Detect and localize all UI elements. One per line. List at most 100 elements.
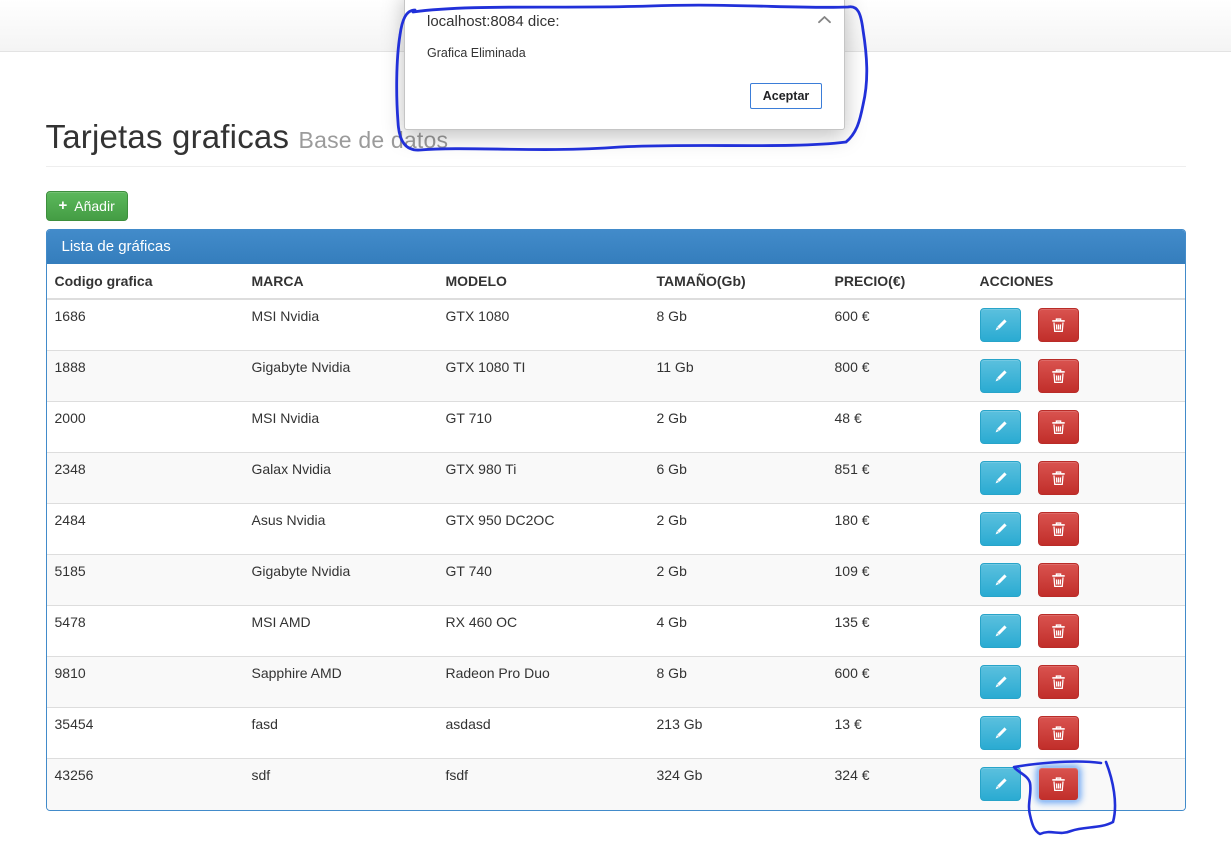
cell-modelo: fsdf — [437, 758, 649, 810]
cell-codigo: 1686 — [54, 308, 86, 324]
edit-button[interactable] — [979, 716, 1021, 750]
pencil-icon — [995, 318, 1007, 330]
col-header-modelo: MODELO — [437, 264, 649, 300]
cell-precio: 324 € — [826, 758, 972, 810]
pencil-icon — [995, 675, 1007, 687]
table-row: 5478 MSI AMD RX 460 OC 4 Gb 135 € — [46, 605, 1185, 657]
cell-modelo: GT 740 — [437, 554, 649, 606]
browser-alert-dialog: localhost:8084 dice: Grafica Eliminada A… — [404, 0, 845, 130]
cell-precio: 800 € — [826, 350, 972, 402]
cell-modelo: GT 710 — [437, 401, 649, 453]
cell-precio: 48 € — [826, 401, 972, 453]
trash-icon — [1052, 776, 1066, 791]
col-header-tamano: TAMAÑO(Gb) — [648, 264, 827, 300]
caret-up-icon — [818, 16, 831, 24]
plus-icon: + — [58, 197, 68, 214]
dialog-title: localhost:8084 dice: — [427, 13, 560, 30]
edit-button[interactable] — [979, 359, 1021, 393]
edit-button[interactable] — [979, 461, 1021, 495]
cell-codigo: 5185 — [46, 554, 244, 606]
cell-precio: 600 € — [834, 308, 870, 324]
delete-button[interactable] — [1038, 614, 1080, 648]
delete-button[interactable] — [1038, 410, 1080, 444]
cell-modelo: RX 460 OC — [437, 605, 649, 657]
cell-tamano: 8 Gb — [648, 656, 827, 708]
cell-codigo: 9810 — [46, 656, 244, 708]
cell-tamano: 324 Gb — [648, 758, 827, 810]
cell-tamano: 2 Gb — [648, 503, 827, 555]
cell-codigo: 43256 — [46, 758, 244, 810]
cell-marca: MSI AMD — [243, 605, 438, 657]
delete-button[interactable] — [1038, 716, 1080, 750]
add-button-label: Añadir — [74, 197, 115, 214]
cell-precio: 851 € — [826, 452, 972, 504]
pencil-icon — [995, 369, 1007, 381]
cell-precio: 135 € — [826, 605, 972, 657]
edit-button[interactable] — [979, 308, 1021, 342]
trash-icon — [1052, 674, 1066, 689]
cell-marca: fasd — [243, 707, 438, 759]
delete-button[interactable] — [1038, 665, 1080, 699]
add-button[interactable]: + Añadir — [45, 191, 128, 221]
dialog-message: Grafica Eliminada — [427, 46, 526, 60]
cell-codigo: 2484 — [46, 503, 244, 555]
delete-button[interactable] — [1038, 767, 1080, 801]
delete-button[interactable] — [1038, 359, 1080, 393]
cell-tamano: 2 Gb — [648, 554, 827, 606]
cell-tamano: 2 Gb — [648, 401, 827, 453]
cell-acciones — [971, 554, 1185, 606]
cell-tamano: 11 Gb — [648, 350, 827, 402]
table-row: 9810 Sapphire AMD Radeon Pro Duo 8 Gb 60… — [46, 656, 1185, 708]
trash-icon — [1052, 725, 1066, 740]
trash-icon — [1052, 470, 1066, 485]
edit-button[interactable] — [979, 614, 1021, 648]
pencil-icon — [995, 573, 1007, 585]
cell-codigo: 2348 — [46, 452, 244, 504]
cell-acciones — [971, 503, 1185, 555]
cell-marca: sdf — [243, 758, 438, 810]
accept-button[interactable]: Aceptar — [750, 83, 822, 109]
col-header-acciones: ACCIONES — [971, 264, 1185, 300]
cell-acciones — [972, 299, 1185, 351]
cell-tamano: 4 Gb — [648, 605, 827, 657]
col-header-marca: MARCA — [243, 264, 438, 300]
table-row: 2000 MSI Nvidia GT 710 2 Gb 48 € — [46, 401, 1185, 453]
col-header-precio: PRECIO(€) — [826, 264, 972, 300]
pencil-icon — [995, 726, 1007, 738]
trash-icon — [1052, 623, 1066, 638]
edit-button[interactable] — [979, 665, 1021, 699]
table-row: 2348 Galax Nvidia GTX 980 Ti 6 Gb 851 € — [46, 452, 1185, 504]
cell-precio: 180 € — [826, 503, 972, 555]
cell-marca: Sapphire AMD — [243, 656, 438, 708]
graphics-list-panel: Lista de gráficas Codigo grafica MARCA M… — [45, 229, 1186, 811]
page-subtitle: Base de datos — [298, 127, 449, 153]
cell-modelo: GTX 1080 — [445, 308, 510, 324]
cell-tamano: 8 Gb — [656, 308, 687, 324]
cell-modelo: GTX 980 Ti — [437, 452, 649, 504]
cell-acciones — [971, 452, 1185, 504]
delete-button[interactable] — [1038, 563, 1080, 597]
pencil-icon — [995, 624, 1007, 636]
edit-button[interactable] — [979, 512, 1021, 546]
delete-button[interactable] — [1038, 461, 1080, 495]
cell-codigo: 35454 — [46, 707, 244, 759]
table-header-row: Codigo grafica MARCA MODELO TAMAÑO(Gb) P… — [46, 264, 1185, 300]
pencil-icon — [995, 471, 1007, 483]
pencil-icon — [995, 777, 1007, 789]
edit-button[interactable] — [979, 410, 1021, 444]
delete-button[interactable] — [1038, 308, 1080, 342]
cell-acciones — [971, 758, 1185, 810]
cell-modelo: GTX 950 DC2OC — [437, 503, 649, 555]
cell-tamano: 213 Gb — [648, 707, 827, 759]
cell-codigo: 5478 — [46, 605, 244, 657]
edit-button[interactable] — [979, 767, 1021, 801]
trash-icon — [1052, 572, 1066, 587]
col-header-codigo: Codigo grafica — [46, 264, 244, 300]
cell-codigo: 1888 — [46, 350, 244, 402]
cell-precio: 13 € — [826, 707, 972, 759]
pencil-icon — [995, 420, 1007, 432]
delete-button[interactable] — [1038, 512, 1080, 546]
edit-button[interactable] — [979, 563, 1021, 597]
cell-modelo: GTX 1080 TI — [437, 350, 649, 402]
trash-icon — [1052, 368, 1066, 383]
